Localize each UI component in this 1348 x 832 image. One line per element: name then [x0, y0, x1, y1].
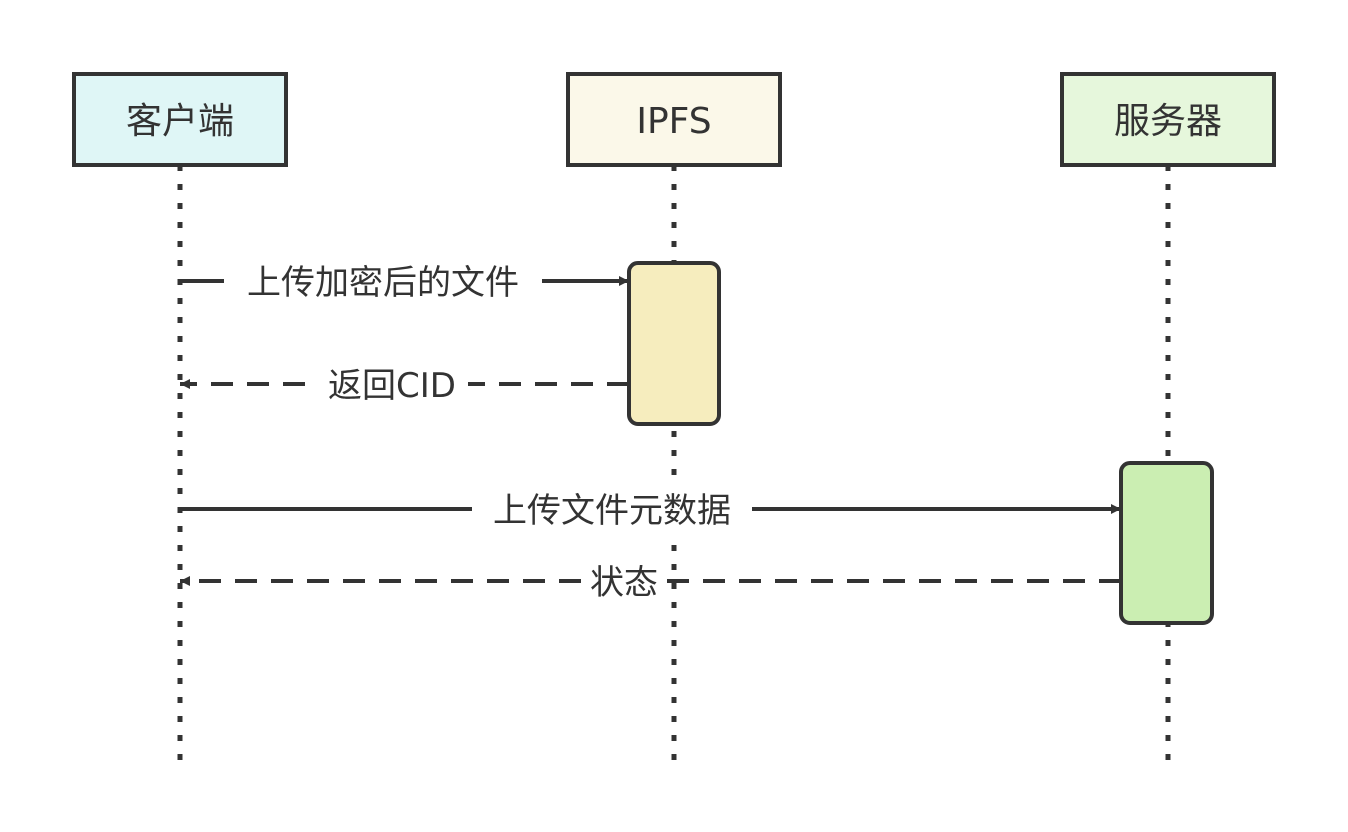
message-label: 上传加密后的文件: [247, 263, 519, 303]
participant-label: 客户端: [126, 101, 234, 142]
message-upload-encrypted-file: 上传加密后的文件: [180, 258, 629, 304]
participant-label: 服务器: [1114, 101, 1222, 142]
participant-ipfs: IPFS: [566, 72, 782, 167]
activation-ipfs: [627, 261, 721, 426]
message-label: 上传文件元数据: [493, 491, 731, 531]
message-status: 状态: [180, 558, 1121, 604]
message-label: 状态: [590, 563, 658, 603]
participant-client: 客户端: [72, 72, 288, 167]
activation-server: [1119, 461, 1214, 625]
sequence-diagram: 客户端 IPFS 服务器 上传加密后的文件 返回CID 上传文件元数据 状态: [72, 72, 1276, 760]
participant-server: 服务器: [1060, 72, 1276, 167]
participant-label: IPFS: [636, 101, 711, 142]
message-label: 返回CID: [328, 366, 456, 406]
message-upload-file-metadata: 上传文件元数据: [180, 486, 1121, 532]
message-return-cid: 返回CID: [180, 361, 629, 407]
